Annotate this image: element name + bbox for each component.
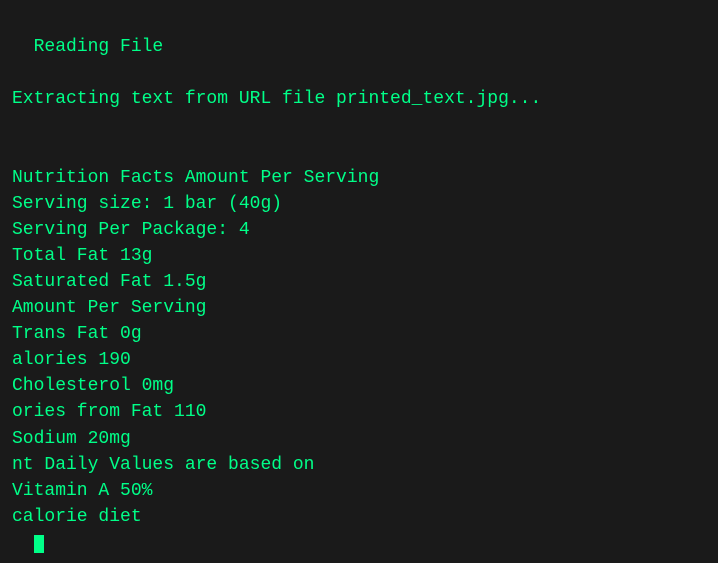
terminal-output: Reading File Extracting text from URL fi…: [12, 8, 706, 556]
terminal-text: Reading File Extracting text from URL fi…: [12, 37, 541, 527]
terminal-cursor: [34, 535, 44, 553]
